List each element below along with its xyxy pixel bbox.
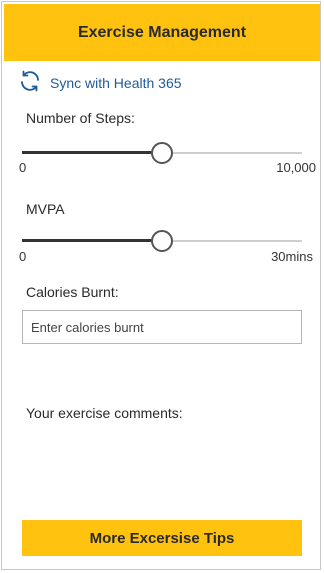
mvpa-slider[interactable] [22, 229, 302, 253]
steps-slider[interactable] [22, 141, 302, 165]
steps-track-fill [22, 151, 162, 154]
header-bar: Exercise Management [4, 4, 320, 61]
more-tips-button[interactable]: More Excersise Tips [22, 520, 302, 556]
steps-slider-thumb[interactable] [151, 142, 173, 164]
mvpa-track-fill [22, 239, 162, 242]
steps-label: Number of Steps: [26, 110, 135, 126]
calories-input[interactable] [22, 310, 302, 344]
mvpa-min-label: 0 [19, 249, 27, 264]
mvpa-max-label: 30mins [271, 249, 313, 264]
page-title: Exercise Management [77, 23, 247, 41]
comments-label: Your exercise comments: [26, 405, 183, 421]
mvpa-label: MVPA [26, 201, 65, 217]
sync-label: Sync with Health 365 [50, 75, 182, 91]
sync-icon [18, 69, 42, 98]
steps-min-label: 0 [19, 160, 27, 175]
steps-max-label: 10,000 [276, 160, 316, 175]
mvpa-slider-thumb[interactable] [151, 230, 173, 252]
sync-link[interactable]: Sync with Health 365 [18, 70, 182, 96]
calories-label: Calories Burnt: [26, 284, 119, 300]
